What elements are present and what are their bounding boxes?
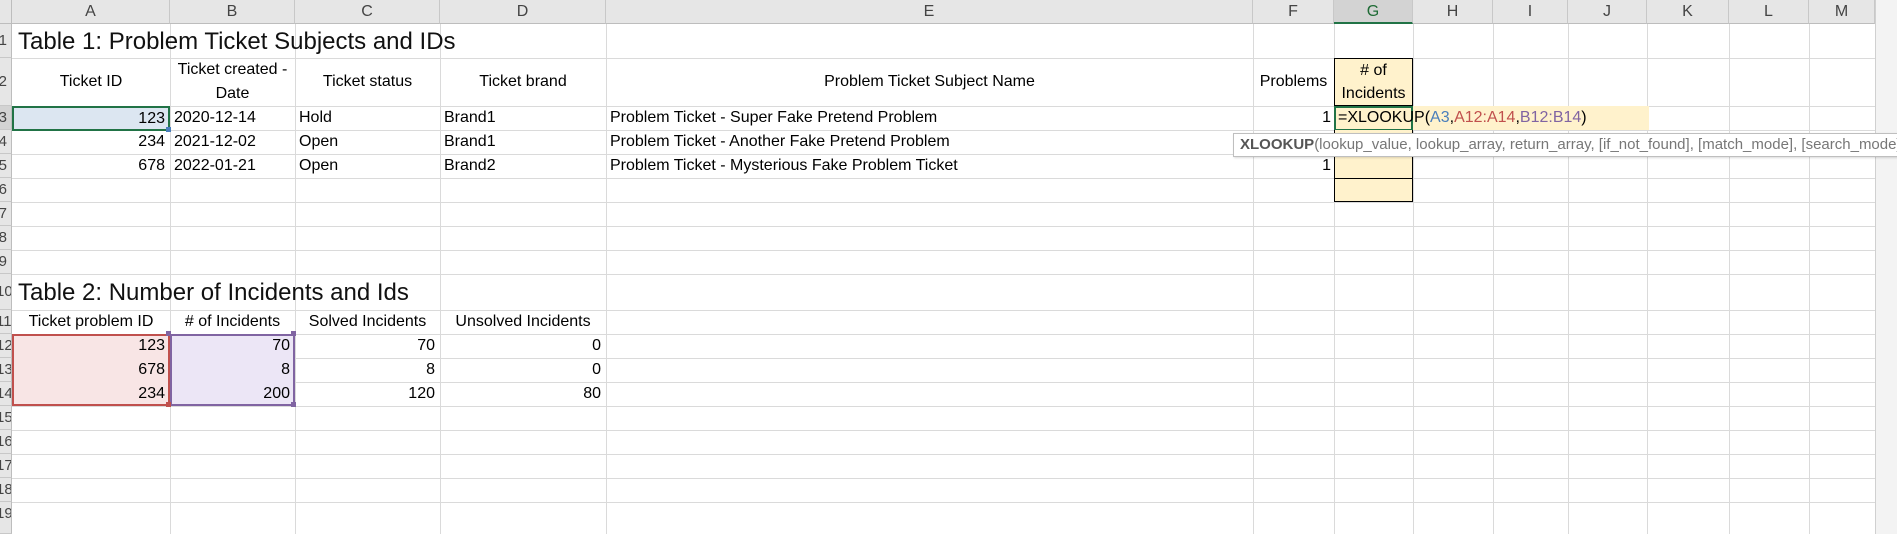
header-brand-label: Ticket brand xyxy=(479,73,567,90)
tooltip-function-name[interactable]: XLOOKUP xyxy=(1240,136,1314,153)
header-status-label: Ticket status xyxy=(322,73,413,90)
header-created-line1: Ticket created - xyxy=(177,61,288,78)
cell-e3[interactable]: Problem Ticket - Super Fake Pretend Prob… xyxy=(610,106,937,130)
cell-b5[interactable]: 2022-01-21 xyxy=(174,154,256,178)
cell-a12[interactable]: 123 xyxy=(12,334,170,358)
spreadsheet-grid: A B C D E F G H I J K L M 1 2 3 4 5 6 7 … xyxy=(0,0,1897,534)
incidents-cell-divider-2 xyxy=(1334,178,1413,179)
formula-prefix: =XLOOKUP( xyxy=(1338,109,1431,126)
function-tooltip[interactable]: XLOOKUP(lookup_value, lookup_array, retu… xyxy=(1233,133,1897,157)
cell-d4[interactable]: Brand1 xyxy=(444,130,496,154)
range-handle-b[interactable] xyxy=(291,402,296,407)
cell-a3[interactable]: 123 xyxy=(12,106,170,131)
cell-c12[interactable]: 70 xyxy=(295,334,440,358)
cell-f5[interactable]: 1 xyxy=(1253,154,1331,178)
cell-b13[interactable]: 8 xyxy=(170,358,295,382)
cell-d3[interactable]: Brand1 xyxy=(444,106,496,130)
cell-d13[interactable]: 0 xyxy=(440,358,606,382)
range-handle-a3[interactable] xyxy=(166,127,171,132)
cell-a5[interactable]: 678 xyxy=(12,154,170,178)
formula-suffix: ) xyxy=(1581,109,1587,126)
cell-f3[interactable]: 1 xyxy=(1253,106,1331,130)
cell-d5[interactable]: Brand2 xyxy=(444,154,496,178)
header-num-incidents[interactable]: # of Incidents xyxy=(170,310,295,334)
cell-c14[interactable]: 120 xyxy=(295,382,440,406)
formula-arg-a12-a14: A12:A14 xyxy=(1454,109,1516,126)
cell-d14[interactable]: 80 xyxy=(440,382,606,406)
header-ticket-id-label: Ticket ID xyxy=(59,73,123,90)
header-subject-name[interactable]: Problem Ticket Subject Name xyxy=(606,58,1253,106)
header-ticket-id[interactable]: Ticket ID xyxy=(12,58,170,106)
header-unsolved-incidents[interactable]: Unsolved Incidents xyxy=(440,310,606,334)
cell-b3[interactable]: 2020-12-14 xyxy=(174,106,256,130)
cell-c3[interactable]: Hold xyxy=(299,106,332,130)
header-ticket-created[interactable]: Ticket created - Date xyxy=(170,58,295,106)
cell-e5[interactable]: Problem Ticket - Mysterious Fake Problem… xyxy=(610,154,958,178)
cell-c13[interactable]: 8 xyxy=(295,358,440,382)
range-handle-a[interactable] xyxy=(166,402,171,407)
cell-a3-value: 123 xyxy=(138,110,165,127)
cell-b12[interactable]: 70 xyxy=(170,334,295,358)
cell-a14[interactable]: 234 xyxy=(12,382,170,406)
header-incidents-line1: # of xyxy=(1360,62,1387,79)
header-incidents-line2: Incidents xyxy=(1341,85,1406,102)
header-ticket-status[interactable]: Ticket status xyxy=(295,58,440,106)
header-problems[interactable]: Problems xyxy=(1253,58,1334,106)
range-handle-b-top-right[interactable] xyxy=(291,331,296,336)
cell-a13[interactable]: 678 xyxy=(12,358,170,382)
header-subject-label: Problem Ticket Subject Name xyxy=(824,73,1035,90)
cell-b4[interactable]: 2021-12-02 xyxy=(174,130,256,154)
formula-arg-b12-b14: B12:B14 xyxy=(1519,109,1582,126)
header-solved-incidents[interactable]: Solved Incidents xyxy=(295,310,440,334)
header-incidents[interactable]: # of Incidents xyxy=(1334,58,1413,106)
table1-title: Table 1: Problem Ticket Subjects and IDs xyxy=(18,28,456,55)
formula-text[interactable]: =XLOOKUP(A3,A12:A14,B12:B14) xyxy=(1338,106,1587,130)
tooltip-arguments: (lookup_value, lookup_array, return_arra… xyxy=(1314,136,1897,153)
header-ticket-brand[interactable]: Ticket brand xyxy=(440,58,606,106)
vertical-scrollbar[interactable] xyxy=(1875,0,1897,534)
formula-arg-a3: A3 xyxy=(1430,109,1450,126)
cell-e4[interactable]: Problem Ticket - Another Fake Pretend Pr… xyxy=(610,130,950,154)
header-problems-label: Problems xyxy=(1259,73,1328,90)
table2-title: Table 2: Number of Incidents and Ids xyxy=(18,279,409,306)
cell-d12[interactable]: 0 xyxy=(440,334,606,358)
header-created-line2: Date xyxy=(215,85,250,102)
cell-a4[interactable]: 234 xyxy=(12,130,170,154)
cell-c4[interactable]: Open xyxy=(299,130,338,154)
cell-c5[interactable]: Open xyxy=(299,154,338,178)
range-handle-b-top[interactable] xyxy=(166,331,171,336)
header-ticket-problem-id[interactable]: Ticket problem ID xyxy=(12,310,170,334)
cell-b14[interactable]: 200 xyxy=(170,382,295,406)
